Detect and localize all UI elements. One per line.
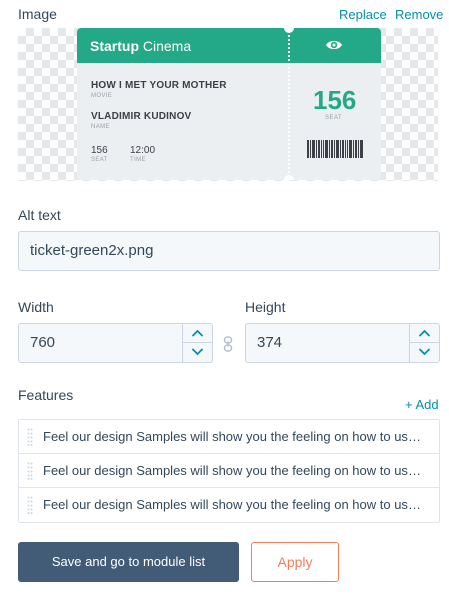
ticket-movie-caption: MOVIE: [91, 93, 113, 99]
ticket-big-seat: 156: [313, 85, 357, 115]
aspect-lock-link-icon[interactable]: [223, 336, 233, 352]
width-increment-button[interactable]: [183, 324, 212, 343]
ticket-body: HOW I MET YOUR MOTHER MOVIE VLADIMIR KUD…: [77, 63, 381, 180]
image-preview: Startup Cinema HOW I MET YOUR MOTHER MOV…: [18, 28, 438, 181]
features-label: Features: [18, 387, 74, 403]
height-input[interactable]: 374: [245, 323, 440, 363]
drag-handle-icon[interactable]: [27, 428, 33, 446]
chevron-up-icon: [419, 329, 430, 337]
replace-link[interactable]: Replace: [339, 7, 387, 22]
features-list: Feel our design Samples will show you th…: [18, 419, 440, 523]
ticket-image: Startup Cinema HOW I MET YOUR MOTHER MOV…: [77, 28, 381, 180]
ticket-notch: [284, 175, 294, 180]
width-input[interactable]: 760: [18, 323, 213, 363]
alt-text-input[interactable]: ticket-green2x.png: [18, 231, 440, 271]
chevron-down-icon: [192, 348, 203, 356]
add-feature-link[interactable]: + Add: [405, 397, 439, 412]
image-label: Image: [18, 6, 57, 22]
ticket-perforation: [288, 28, 290, 180]
ticket-header: Startup Cinema: [77, 28, 381, 63]
ticket-time-value: 12:00: [130, 145, 156, 156]
ticket-movie-title: HOW I MET YOUR MOTHER: [91, 80, 227, 91]
height-increment-button[interactable]: [410, 324, 439, 343]
feature-item[interactable]: Feel our design Samples will show you th…: [19, 420, 439, 454]
ticket-time-caption: TIME: [130, 157, 146, 163]
feature-item[interactable]: Feel our design Samples will show you th…: [19, 454, 439, 488]
alt-text-label: Alt text: [18, 207, 61, 223]
remove-link[interactable]: Remove: [395, 7, 443, 22]
height-decrement-button[interactable]: [410, 343, 439, 362]
height-label: Height: [245, 299, 286, 315]
barcode-icon: [307, 140, 363, 158]
feature-item[interactable]: Feel our design Samples will show you th…: [19, 488, 439, 522]
chevron-down-icon: [419, 348, 430, 356]
feature-text: Feel our design Samples will show you th…: [43, 463, 423, 478]
drag-handle-icon[interactable]: [27, 462, 33, 480]
ticket-seat-value: 156: [91, 145, 108, 156]
ticket-seat-caption: SEAT: [91, 157, 108, 163]
ticket-name-caption: NAME: [91, 124, 110, 130]
ticket-brand: Startup Cinema: [90, 38, 192, 54]
feature-text: Feel our design Samples will show you th…: [43, 429, 423, 444]
ticket-big-seat-caption: SEAT: [325, 115, 343, 121]
eye-icon: [326, 40, 342, 50]
width-stepper: [182, 324, 212, 362]
chevron-up-icon: [192, 329, 203, 337]
width-value: 760: [30, 334, 56, 351]
ticket-name-value: VLADIMIR KUDINOV: [91, 111, 192, 122]
save-and-go-to-module-list-button[interactable]: Save and go to module list: [18, 542, 239, 582]
drag-handle-icon[interactable]: [27, 496, 33, 514]
apply-button[interactable]: Apply: [251, 542, 339, 582]
feature-text: Feel our design Samples will show you th…: [43, 497, 423, 512]
width-label: Width: [18, 299, 54, 315]
height-stepper: [409, 324, 439, 362]
width-decrement-button[interactable]: [183, 343, 212, 362]
height-value: 374: [257, 334, 283, 351]
